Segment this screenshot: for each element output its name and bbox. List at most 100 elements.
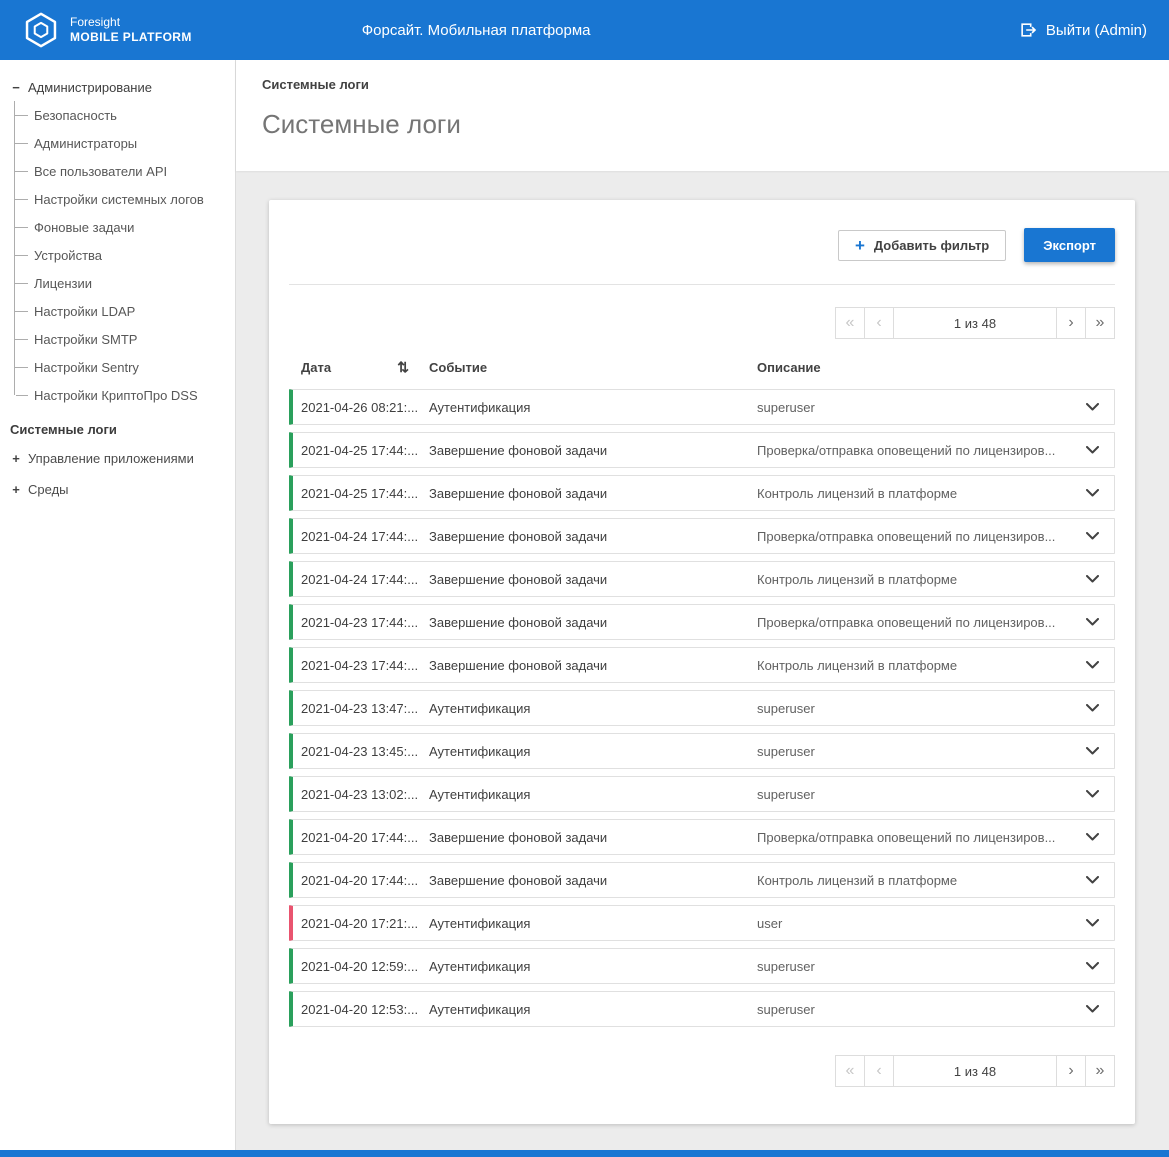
foresight-logo[interactable]: Foresight MOBILE PLATFORM xyxy=(22,11,192,49)
chevron-down-icon xyxy=(1086,919,1099,927)
plus-icon: + xyxy=(855,237,865,254)
sort-icon[interactable]: ⇅ xyxy=(397,359,409,376)
first-page-button[interactable]: « xyxy=(835,307,865,339)
expand-row-button[interactable] xyxy=(1070,532,1114,540)
cell-description: Проверка/отправка оповещений по лицензир… xyxy=(757,615,1070,630)
expand-row-button[interactable] xyxy=(1070,790,1114,798)
page-title: Системные логи xyxy=(262,109,1143,140)
expand-row-button[interactable] xyxy=(1070,446,1114,454)
chevron-down-icon xyxy=(1086,489,1099,497)
column-header-date-label: Дата xyxy=(301,360,331,375)
chevron-down-icon xyxy=(1086,747,1099,755)
sidebar-item[interactable]: Администраторы xyxy=(15,129,235,157)
collapse-icon[interactable]: − xyxy=(10,80,22,95)
sidebar-item[interactable]: Настройки системных логов xyxy=(15,185,235,213)
table-row[interactable]: 2021-04-20 12:53:... Аутентификация supe… xyxy=(289,991,1115,1027)
expand-row-button[interactable] xyxy=(1070,962,1114,970)
next-page-button[interactable]: › xyxy=(1056,307,1086,339)
expand-row-button[interactable] xyxy=(1070,575,1114,583)
cell-description: superuser xyxy=(757,1002,1070,1017)
last-page-button[interactable]: » xyxy=(1085,307,1115,339)
logout-label: Выйти (Admin) xyxy=(1046,22,1147,39)
cell-date: 2021-04-25 17:44:... xyxy=(293,443,429,458)
table-row[interactable]: 2021-04-20 12:59:... Аутентификация supe… xyxy=(289,948,1115,984)
last-page-button[interactable]: » xyxy=(1085,1055,1115,1087)
expand-icon[interactable]: + xyxy=(10,482,22,497)
cell-date: 2021-04-23 13:45:... xyxy=(293,744,429,759)
expand-row-button[interactable] xyxy=(1070,489,1114,497)
table-row[interactable]: 2021-04-23 17:44:... Завершение фоновой … xyxy=(289,604,1115,640)
card-toolbar: + Добавить фильтр Экспорт xyxy=(289,220,1115,284)
cell-date: 2021-04-20 12:53:... xyxy=(293,1002,429,1017)
table-row[interactable]: 2021-04-20 17:44:... Завершение фоновой … xyxy=(289,862,1115,898)
sidebar-item-administration[interactable]: − Администрирование xyxy=(10,76,235,101)
chevron-down-icon xyxy=(1086,661,1099,669)
chevron-down-icon xyxy=(1086,833,1099,841)
add-filter-button[interactable]: + Добавить фильтр xyxy=(838,230,1006,261)
main-area: Системные логи Системные логи + Добавить… xyxy=(236,60,1169,1150)
cell-description: superuser xyxy=(757,744,1070,759)
sidebar-item[interactable]: Фоновые задачи xyxy=(15,213,235,241)
cell-event: Аутентификация xyxy=(429,701,757,716)
cell-description: Проверка/отправка оповещений по лицензир… xyxy=(757,830,1070,845)
table-row[interactable]: 2021-04-20 17:44:... Завершение фоновой … xyxy=(289,819,1115,855)
cell-description: Контроль лицензий в платформе xyxy=(757,572,1070,587)
first-page-button[interactable]: « xyxy=(835,1055,865,1087)
expand-row-button[interactable] xyxy=(1070,403,1114,411)
sidebar-item-label: Администрирование xyxy=(28,80,152,95)
sidebar-item-system-logs[interactable]: Системные логи xyxy=(10,409,235,443)
export-button[interactable]: Экспорт xyxy=(1024,228,1115,262)
expand-row-button[interactable] xyxy=(1070,704,1114,712)
expand-row-button[interactable] xyxy=(1070,618,1114,626)
cell-description: Контроль лицензий в платформе xyxy=(757,658,1070,673)
cell-date: 2021-04-20 17:44:... xyxy=(293,873,429,888)
sidebar-item[interactable]: Настройки LDAP xyxy=(15,297,235,325)
table-row[interactable]: 2021-04-24 17:44:... Завершение фоновой … xyxy=(289,561,1115,597)
expand-row-button[interactable] xyxy=(1070,833,1114,841)
cell-date: 2021-04-23 17:44:... xyxy=(293,658,429,673)
chevron-down-icon xyxy=(1086,403,1099,411)
prev-page-button[interactable]: ‹ xyxy=(864,1055,894,1087)
cell-date: 2021-04-25 17:44:... xyxy=(293,486,429,501)
column-header-date[interactable]: Дата ⇅ xyxy=(289,359,429,376)
cell-description: superuser xyxy=(757,787,1070,802)
table-row[interactable]: 2021-04-23 13:45:... Аутентификация supe… xyxy=(289,733,1115,769)
logout-button[interactable]: Выйти (Admin) xyxy=(1019,21,1147,39)
table-row[interactable]: 2021-04-23 13:02:... Аутентификация supe… xyxy=(289,776,1115,812)
expand-icon[interactable]: + xyxy=(10,451,22,466)
sidebar-item[interactable]: Лицензии xyxy=(15,269,235,297)
table-row[interactable]: 2021-04-23 13:47:... Аутентификация supe… xyxy=(289,690,1115,726)
sidebar-item[interactable]: Все пользователи API xyxy=(15,157,235,185)
cell-event: Завершение фоновой задачи xyxy=(429,658,757,673)
table-row[interactable]: 2021-04-23 17:44:... Завершение фоновой … xyxy=(289,647,1115,683)
cell-event: Аутентификация xyxy=(429,916,757,931)
sidebar-item[interactable]: Настройки SMTP xyxy=(15,325,235,353)
cell-event: Завершение фоновой задачи xyxy=(429,486,757,501)
chevron-down-icon xyxy=(1086,532,1099,540)
table-row[interactable]: 2021-04-20 17:21:... Аутентификация user xyxy=(289,905,1115,941)
expand-row-button[interactable] xyxy=(1070,747,1114,755)
sidebar-collapsed-items: +Управление приложениями+Среды xyxy=(10,443,235,505)
prev-page-button[interactable]: ‹ xyxy=(864,307,894,339)
next-page-button[interactable]: › xyxy=(1056,1055,1086,1087)
table-row[interactable]: 2021-04-26 08:21:... Аутентификация supe… xyxy=(289,389,1115,425)
cell-description: superuser xyxy=(757,959,1070,974)
pagination-top: « ‹ 1 из 48 › » xyxy=(289,307,1115,339)
expand-row-button[interactable] xyxy=(1070,876,1114,884)
logo-brand: Foresight xyxy=(70,15,192,30)
sidebar-item[interactable]: Настройки Sentry xyxy=(15,353,235,381)
table-row[interactable]: 2021-04-25 17:44:... Завершение фоновой … xyxy=(289,475,1115,511)
sidebar-item[interactable]: Настройки КриптоПро DSS xyxy=(15,381,235,409)
sidebar-item[interactable]: +Управление приложениями xyxy=(10,443,235,474)
expand-row-button[interactable] xyxy=(1070,661,1114,669)
expand-row-button[interactable] xyxy=(1070,919,1114,927)
expand-row-button[interactable] xyxy=(1070,1005,1114,1013)
sidebar-item[interactable]: +Среды xyxy=(10,474,235,505)
add-filter-label: Добавить фильтр xyxy=(874,238,989,253)
sidebar-item[interactable]: Безопасность xyxy=(15,101,235,129)
cell-description: Контроль лицензий в платформе xyxy=(757,486,1070,501)
body-row: − Администрирование БезопасностьАдминист… xyxy=(0,60,1169,1150)
table-row[interactable]: 2021-04-24 17:44:... Завершение фоновой … xyxy=(289,518,1115,554)
sidebar-item[interactable]: Устройства xyxy=(15,241,235,269)
table-row[interactable]: 2021-04-25 17:44:... Завершение фоновой … xyxy=(289,432,1115,468)
